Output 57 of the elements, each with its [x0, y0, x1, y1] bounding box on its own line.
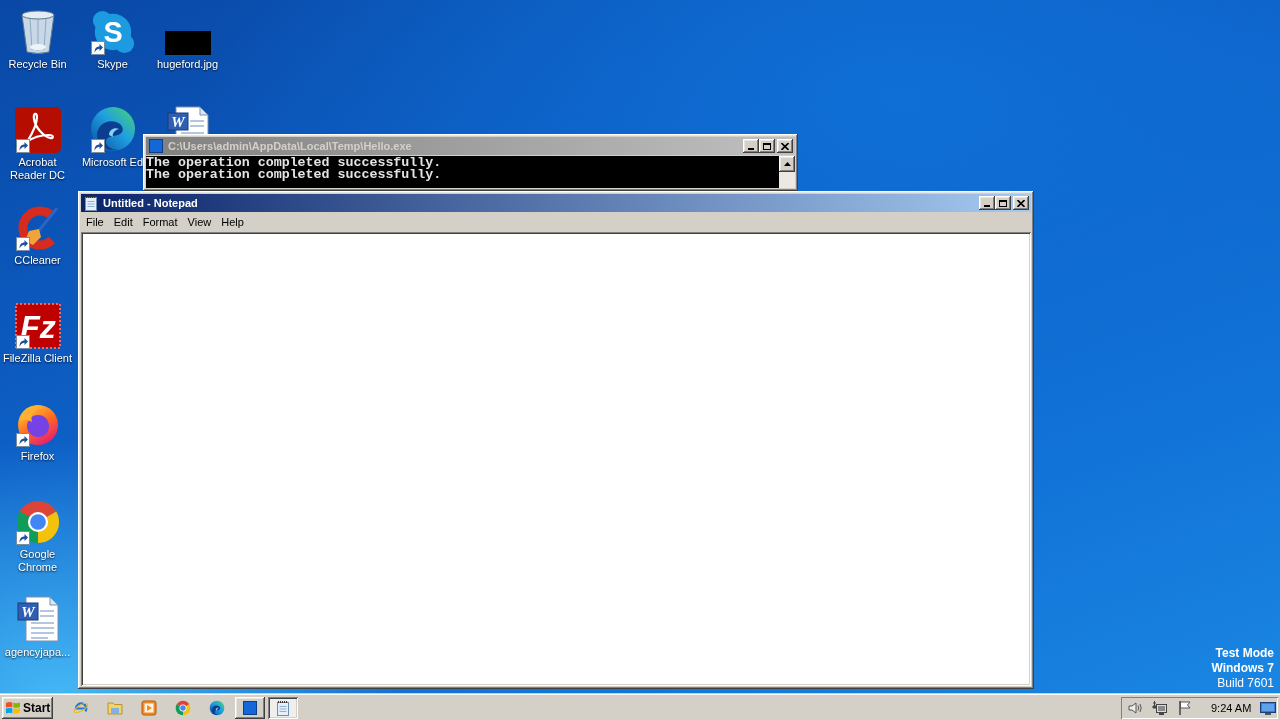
- close-button[interactable]: [777, 139, 793, 153]
- menu-item[interactable]: Help: [216, 213, 249, 230]
- scrollbar[interactable]: [779, 156, 795, 188]
- taskbar-button[interactable]: [268, 696, 298, 719]
- play-icon[interactable]: [141, 699, 157, 716]
- acrobat-logo-icon[interactable]: [14, 107, 61, 153]
- menu-item[interactable]: View: [182, 213, 217, 230]
- close-icon: [781, 142, 789, 150]
- desktop-icon-label[interactable]: FileZilla Client: [2, 352, 73, 365]
- scroll-up-button[interactable]: [779, 156, 795, 172]
- edge-logo-icon[interactable]: [209, 699, 225, 716]
- console-icon: [148, 138, 164, 154]
- menu-item[interactable]: Edit: [108, 213, 138, 230]
- monitor-icon: [1260, 699, 1277, 716]
- minimize-button[interactable]: [743, 139, 759, 153]
- maximize-button[interactable]: [759, 139, 775, 153]
- taskbar-button[interactable]: [235, 696, 265, 719]
- notepad-icon: [83, 195, 99, 211]
- start-button[interactable]: Start: [2, 696, 53, 719]
- desktop-icon-label[interactable]: Microsoft Ed: [81, 156, 144, 169]
- network-icon[interactable]: [1152, 699, 1168, 716]
- desktop-icon-label[interactable]: Acrobat Reader DC: [1, 156, 74, 182]
- caret-up-icon: [783, 162, 791, 166]
- console-line: The operation completed successfully.: [146, 157, 442, 169]
- desktop-icon-label[interactable]: Recycle Bin: [8, 58, 67, 71]
- window-title: C:\Users\admin\AppData\Local\Temp\Hello.exe: [168, 140, 412, 152]
- desktop-icon-label[interactable]: Skype: [97, 58, 128, 71]
- show-desktop-button[interactable]: [1260, 699, 1277, 716]
- windows-logo-icon: [5, 699, 21, 716]
- notepad-icon: [275, 699, 291, 716]
- os-edition-text: Windows 7: [1211, 661, 1274, 676]
- speaker-icon[interactable]: [1127, 699, 1143, 716]
- console-icon: [242, 699, 258, 716]
- image-thumbnail[interactable]: [164, 31, 211, 55]
- desktop-icon-label[interactable]: CCleaner: [14, 254, 61, 267]
- menu-item[interactable]: File: [81, 213, 109, 230]
- desktop-icon-label[interactable]: Google Chrome: [1, 548, 74, 574]
- edge-logo-icon[interactable]: [88, 105, 137, 153]
- flag-icon[interactable]: [1177, 699, 1193, 716]
- desktop-icon-label[interactable]: hugeford.jpg: [156, 58, 219, 71]
- os-build-text: Build 7601: [1217, 676, 1274, 691]
- desktop-icon-label[interactable]: Firefox: [20, 450, 55, 463]
- chrome-logo-icon[interactable]: [175, 699, 191, 716]
- globe-e-icon[interactable]: [73, 699, 89, 716]
- maximize-button[interactable]: [995, 196, 1011, 210]
- title-bar[interactable]: Untitled - Notepad: [81, 194, 1031, 212]
- minimize-button[interactable]: [979, 196, 995, 210]
- maximize-icon: [999, 199, 1007, 207]
- filezilla-logo-icon[interactable]: Fz: [14, 303, 61, 349]
- close-button[interactable]: [1013, 196, 1029, 210]
- maximize-icon: [763, 142, 771, 150]
- window-title: Untitled - Notepad: [103, 197, 198, 209]
- clock[interactable]: 9:24 AM: [1211, 701, 1252, 714]
- console-line: The operation completed successfully.: [146, 169, 442, 181]
- test-mode-text: Test Mode: [1215, 646, 1274, 661]
- close-icon: [1017, 199, 1025, 207]
- menu-item[interactable]: Format: [137, 213, 183, 230]
